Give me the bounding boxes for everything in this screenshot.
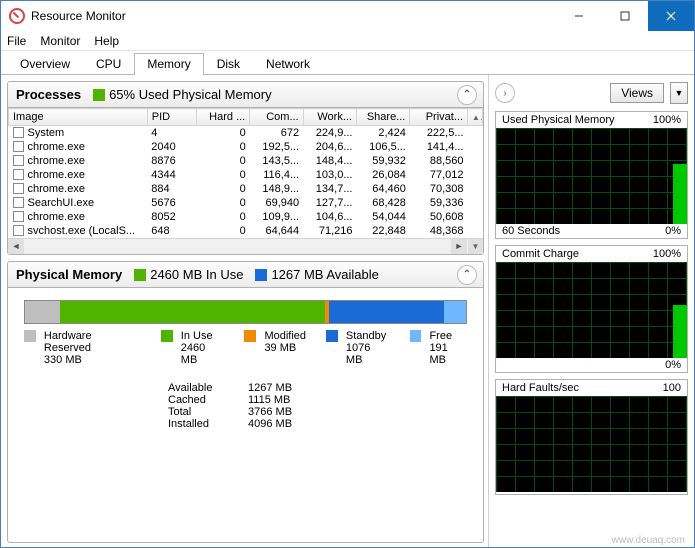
menu-monitor[interactable]: Monitor — [40, 34, 80, 48]
row-checkbox[interactable] — [13, 183, 24, 194]
row-checkbox[interactable] — [13, 169, 24, 180]
swatch-icon — [410, 330, 422, 342]
memory-legend: Hardware Reserved330 MB In Use2460 MB Mo… — [24, 330, 467, 366]
table-row[interactable]: chrome.exe80520109,9...104,6...54,04450,… — [9, 210, 483, 224]
processes-title: Processes — [16, 87, 81, 102]
chart-max: 100% — [653, 248, 681, 260]
collapse-charts-icon[interactable]: › — [495, 83, 515, 103]
table-row[interactable]: chrome.exe88760143,5...148,4...59,93288,… — [9, 154, 483, 168]
row-checkbox[interactable] — [13, 127, 24, 138]
chart-box: Hard Faults/sec 100 — [495, 379, 688, 495]
row-checkbox[interactable] — [13, 197, 24, 208]
physical-memory-title: Physical Memory — [16, 267, 122, 282]
chart-title: Used Physical Memory — [502, 114, 614, 126]
legend-free: Free191 MB — [410, 330, 467, 366]
table-row[interactable]: chrome.exe43440116,4...103,0...26,08477,… — [9, 168, 483, 182]
physical-memory-header[interactable]: Physical Memory 2460 MB In Use 1267 MB A… — [8, 262, 483, 288]
scroll-right-icon[interactable]: ► — [451, 239, 467, 254]
available-summary: 1267 MB Available — [255, 267, 378, 282]
swatch-icon — [161, 330, 173, 342]
col-private[interactable]: Privat... — [410, 109, 468, 126]
swatch-icon — [326, 330, 338, 342]
tab-network[interactable]: Network — [253, 53, 323, 75]
swatch-icon — [24, 330, 36, 342]
views-dropdown-icon[interactable]: ▼ — [670, 82, 688, 104]
chart-canvas — [496, 128, 687, 224]
col-pid[interactable]: PID — [147, 109, 196, 126]
bar-hardware-reserved — [25, 301, 60, 323]
processes-usage: 65% Used Physical Memory — [93, 87, 272, 102]
title-bar: Resource Monitor — [1, 1, 694, 31]
col-commit[interactable]: Com... — [250, 109, 303, 126]
usage-swatch-icon — [93, 89, 105, 101]
processes-table: Image PID Hard ... Com... Work... Share.… — [8, 108, 483, 254]
col-working[interactable]: Work... — [303, 109, 356, 126]
memory-stats: Available1267 MB Cached1115 MB Total3766… — [168, 382, 483, 430]
watermark: www.deuaq.com — [612, 535, 685, 546]
scroll-up-icon[interactable]: ▲ — [468, 109, 483, 126]
scroll-left-icon[interactable]: ◄ — [8, 239, 24, 254]
chart-max: 100% — [653, 114, 681, 126]
chart-title: Commit Charge — [502, 248, 579, 260]
in-use-summary: 2460 MB In Use — [134, 267, 243, 282]
table-row[interactable]: chrome.exe8840148,9...134,7...64,46070,3… — [9, 182, 483, 196]
chart-box: Used Physical Memory 100% 60 Seconds 0% — [495, 111, 688, 239]
views-button[interactable]: Views — [610, 83, 664, 103]
menu-help[interactable]: Help — [94, 34, 119, 48]
col-image[interactable]: Image — [9, 109, 148, 126]
table-row[interactable]: chrome.exe20400192,5...204,6...106,5...1… — [9, 140, 483, 154]
swatch-icon — [244, 330, 256, 342]
maximize-button[interactable] — [602, 1, 648, 31]
chart-footer-right: 0% — [665, 225, 681, 237]
window-title: Resource Monitor — [31, 9, 556, 23]
legend-in-use: In Use2460 MB — [161, 330, 225, 366]
tab-memory[interactable]: Memory — [134, 53, 203, 75]
row-checkbox[interactable] — [13, 155, 24, 166]
horizontal-scrollbar[interactable]: ◄ ► ▼ — [8, 238, 483, 254]
tab-overview[interactable]: Overview — [7, 53, 83, 75]
app-icon — [9, 8, 25, 24]
row-checkbox[interactable] — [13, 211, 24, 222]
chart-max: 100 — [663, 382, 681, 394]
tab-bar: Overview CPU Memory Disk Network — [1, 51, 694, 75]
in-use-swatch-icon — [134, 269, 146, 281]
tab-disk[interactable]: Disk — [204, 53, 253, 75]
table-row[interactable]: svchost.exe (LocalS...648064,64471,21622… — [9, 224, 483, 238]
menu-file[interactable]: File — [7, 34, 26, 48]
minimize-button[interactable] — [556, 1, 602, 31]
col-share[interactable]: Share... — [357, 109, 410, 126]
tab-cpu[interactable]: CPU — [83, 53, 134, 75]
physical-memory-panel: Physical Memory 2460 MB In Use 1267 MB A… — [7, 261, 484, 543]
row-checkbox[interactable] — [13, 141, 24, 152]
chart-title: Hard Faults/sec — [502, 382, 579, 394]
col-hard[interactable]: Hard ... — [196, 109, 249, 126]
row-checkbox[interactable] — [13, 225, 24, 236]
legend-modified: Modified39 MB — [244, 330, 306, 366]
chart-box: Commit Charge 100% 0% — [495, 245, 688, 373]
collapse-processes-icon[interactable]: ⌃ — [457, 85, 477, 105]
legend-standby: Standby1076 MB — [326, 330, 390, 366]
memory-bar — [24, 300, 467, 324]
chart-canvas — [496, 396, 687, 492]
available-swatch-icon — [255, 269, 267, 281]
scroll-down-icon[interactable]: ▼ — [468, 239, 483, 254]
menu-bar: File Monitor Help — [1, 31, 694, 51]
chart-footer-left: 60 Seconds — [502, 225, 560, 237]
bar-free — [444, 301, 466, 323]
bar-in-use — [60, 301, 325, 323]
processes-panel: Processes 65% Used Physical Memory ⌃ Ima… — [7, 81, 484, 255]
chart-footer-right: 0% — [665, 359, 681, 371]
close-button[interactable] — [648, 1, 694, 31]
legend-hardware-reserved: Hardware Reserved330 MB — [24, 330, 141, 366]
chart-canvas — [496, 262, 687, 358]
collapse-physmem-icon[interactable]: ⌃ — [457, 265, 477, 285]
bar-standby — [329, 301, 444, 323]
processes-header[interactable]: Processes 65% Used Physical Memory ⌃ — [8, 82, 483, 108]
charts-sidebar: › Views ▼ Used Physical Memory 100% 60 Sec… — [488, 75, 694, 547]
table-row[interactable]: SearchUI.exe5676069,940127,7...68,42859,… — [9, 196, 483, 210]
table-row[interactable]: System40672224,9...2,424222,5... — [9, 126, 483, 141]
